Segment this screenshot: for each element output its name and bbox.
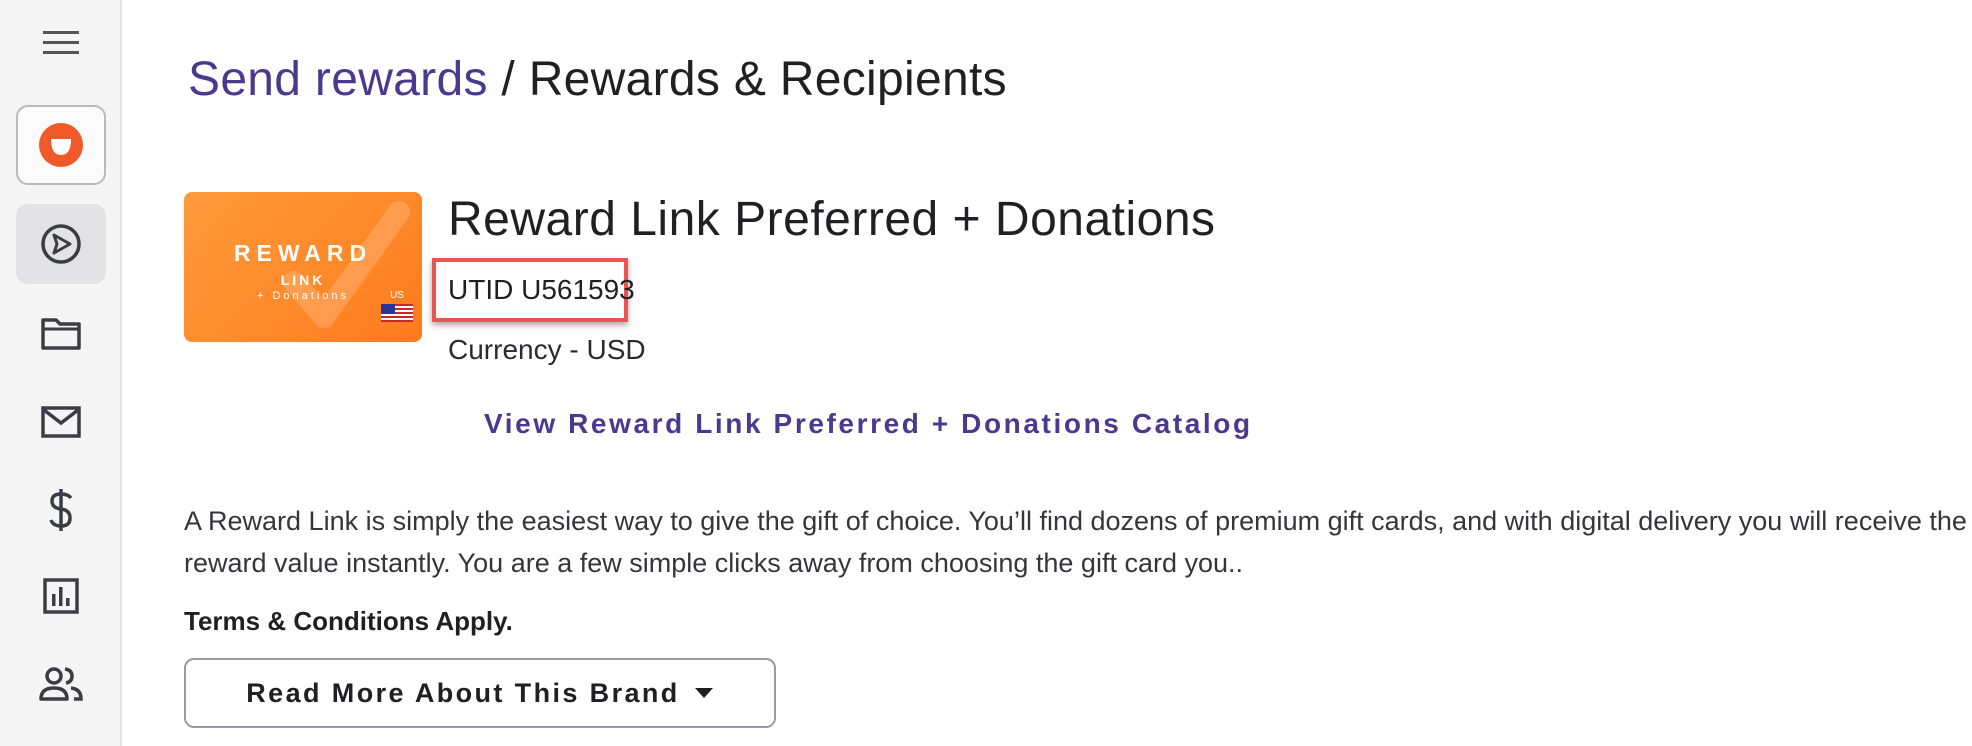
sidebar-item-reports[interactable] [16, 556, 106, 636]
brand-description: A Reward Link is simply the easiest way … [184, 506, 1967, 578]
sidebar [0, 0, 122, 746]
main-content: Send rewards / Rewards & Recipients REWA… [122, 0, 1972, 746]
read-more-button[interactable]: Read More About This Brand [184, 658, 776, 728]
page-title: Rewards & Recipients [528, 53, 1007, 106]
sidebar-item-folder[interactable] [16, 294, 106, 374]
card-title: REWARD [233, 240, 373, 266]
sidebar-item-people[interactable] [16, 644, 106, 724]
smile-logo-icon [39, 123, 83, 167]
reward-card-image: REWARD LINK + Donations US [184, 192, 422, 342]
people-icon [39, 667, 83, 701]
sidebar-item-send[interactable] [16, 204, 106, 284]
utid-label: UTID U561593 [448, 274, 635, 305]
caret-down-icon [694, 688, 713, 698]
hamburger-menu-icon[interactable] [40, 26, 82, 60]
brand-logo-button[interactable] [16, 105, 106, 185]
view-catalog-link[interactable]: View Reward Link Preferred + Donations C… [484, 406, 1253, 442]
terms-notice: Terms & Conditions Apply. [184, 606, 513, 636]
dollar-icon [49, 489, 73, 531]
sidebar-item-funds[interactable] [16, 470, 106, 550]
breadcrumb-separator: / [501, 53, 516, 106]
mail-icon [41, 406, 81, 438]
read-more-label: Read More About This Brand [246, 677, 680, 708]
breadcrumb: Send rewards / Rewards & Recipients [188, 50, 1007, 110]
product-title: Reward Link Preferred + Donations [448, 193, 1216, 246]
send-circle-icon [41, 224, 81, 264]
currency-label: Currency - USD [448, 334, 646, 365]
bar-chart-icon [43, 578, 79, 614]
card-subtitle: LINK [280, 272, 326, 288]
breadcrumb-link-send-rewards[interactable]: Send rewards [188, 53, 488, 106]
card-subtitle-donations: + Donations [256, 290, 349, 302]
us-flag-icon [381, 304, 413, 322]
sidebar-item-email[interactable] [16, 382, 106, 462]
folder-icon [41, 318, 81, 350]
card-region: US [390, 290, 404, 301]
